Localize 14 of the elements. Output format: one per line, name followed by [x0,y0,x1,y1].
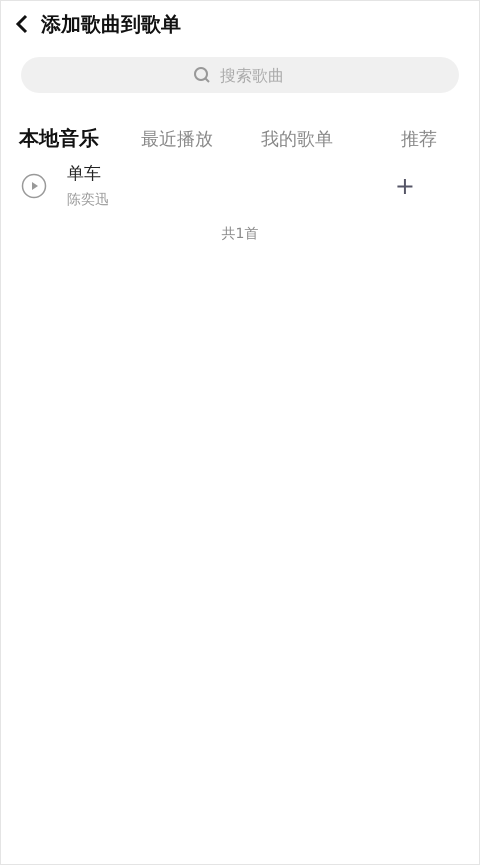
tab[interactable]: 本地音乐 [19,125,141,152]
play-icon[interactable] [21,172,47,198]
page-title: 添加歌曲到歌单 [41,10,181,38]
tab[interactable]: 我的歌单 [261,125,401,152]
tab[interactable]: 最近播放 [141,125,261,152]
song-artist: 陈奕迅 [67,191,110,209]
search-icon [193,66,211,84]
tab[interactable]: 推荐 [401,125,479,152]
add-button[interactable]: + [394,172,415,200]
search-field[interactable]: 搜索歌曲 [21,57,459,93]
song-count: 共1首 [222,226,258,242]
back-button[interactable] [15,14,29,34]
song-title: 单车 [67,163,102,185]
back-icon [15,14,29,34]
